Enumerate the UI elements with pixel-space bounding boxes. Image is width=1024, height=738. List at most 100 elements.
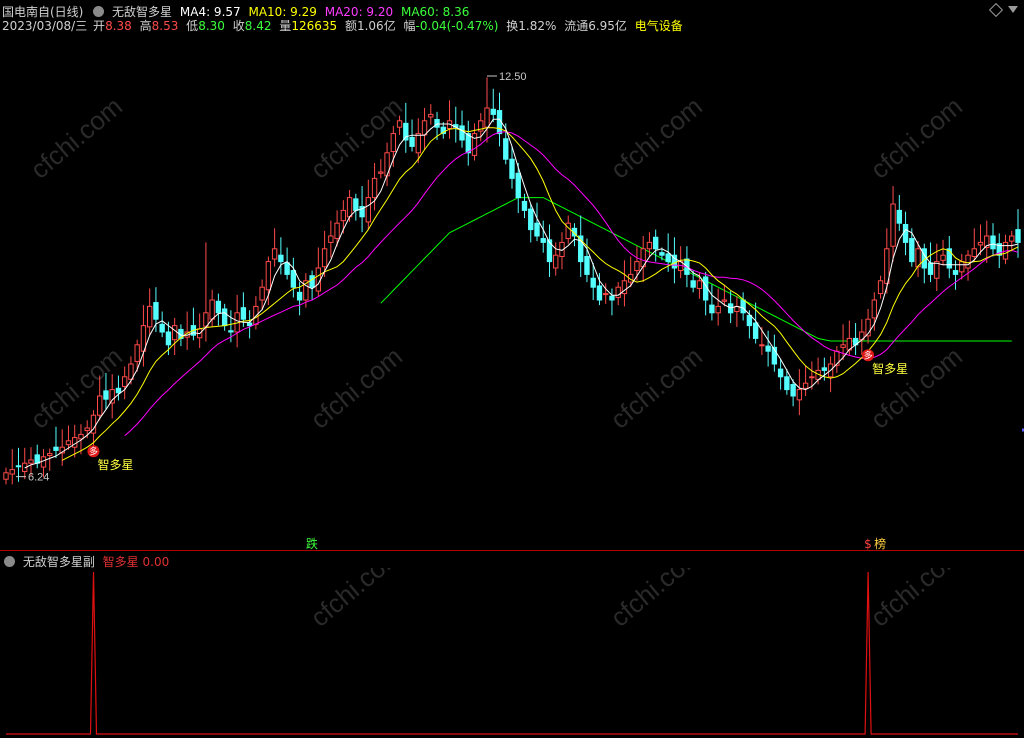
candle (47, 448, 53, 471)
candle (777, 358, 784, 390)
candle-body (790, 383, 796, 397)
candle (859, 319, 865, 356)
indicator-menu-icon[interactable] (93, 6, 105, 17)
candle (421, 108, 428, 151)
candle-body (871, 299, 878, 319)
candle-body (459, 125, 465, 141)
sub-indicator-chart[interactable]: cfchi.com cfchi.com cfchi.com (0, 568, 1024, 738)
candle-body (802, 382, 809, 389)
candle (896, 195, 902, 231)
candle (877, 275, 884, 299)
candle-body (421, 120, 428, 136)
candle (196, 313, 203, 348)
candle-body (246, 322, 253, 327)
candle (796, 369, 803, 416)
candle (290, 257, 297, 298)
candle (171, 317, 178, 356)
candle-body (746, 314, 753, 327)
candle-body (390, 133, 396, 153)
candle (984, 220, 990, 263)
candle-body (265, 261, 272, 291)
candle (546, 224, 553, 277)
candle-body (484, 107, 490, 128)
candle-body (3, 472, 9, 480)
candle (927, 242, 934, 283)
sub-series-label: 智多星 (102, 555, 139, 569)
watermark-text: cfchi.com (605, 341, 708, 435)
candle-body (509, 158, 515, 179)
candle-body (240, 307, 247, 320)
candle-body (103, 390, 109, 400)
candle-body (165, 331, 172, 346)
candle (446, 100, 453, 139)
candle-body (221, 308, 228, 327)
candle-body (909, 238, 915, 263)
candle-body (959, 261, 965, 273)
candle-body (153, 302, 159, 320)
candle-body (952, 270, 959, 275)
candle-body (709, 304, 715, 314)
candle-body (53, 446, 59, 451)
candle (315, 247, 322, 297)
candle (702, 271, 709, 316)
candle-body (309, 275, 315, 288)
candle-body (334, 222, 340, 240)
panel-divider[interactable] (0, 550, 1024, 551)
candle (890, 186, 896, 262)
candle (1009, 230, 1015, 252)
candle (852, 323, 859, 356)
candle (834, 346, 840, 373)
candle (109, 374, 115, 419)
candle-body (665, 253, 671, 263)
candle (827, 356, 834, 393)
candle-body (15, 465, 22, 468)
candle (353, 193, 359, 221)
candle-body (365, 197, 372, 223)
sub-series-value: 0.00 (142, 555, 170, 569)
candle (484, 77, 490, 143)
candle (371, 163, 378, 211)
signal-label: 智多星 (97, 457, 133, 472)
candle-body (209, 299, 215, 320)
sub-indicator-menu-icon[interactable] (4, 556, 15, 567)
candle (871, 292, 878, 331)
candle-body (271, 248, 278, 260)
candle (940, 239, 946, 266)
candle (490, 88, 496, 123)
candle-body (228, 330, 234, 333)
candle (840, 324, 846, 361)
maximize-icon[interactable] (988, 2, 1004, 18)
candle-body (171, 325, 178, 341)
candle (734, 296, 740, 327)
candle (884, 228, 890, 294)
signal-label: 智多星 (872, 361, 908, 376)
candle-body (553, 254, 559, 269)
candle-body (296, 291, 303, 301)
candle-body (115, 387, 122, 394)
candle (159, 311, 165, 338)
candle (471, 123, 478, 161)
candle-body (471, 133, 478, 156)
candlestick-chart[interactable]: cfchi.com cfchi.com cfchi.com cfchi.com cfch… (0, 30, 1024, 550)
candle-body (752, 322, 759, 339)
candle (802, 365, 809, 396)
candle-body (378, 171, 384, 174)
candle-body (434, 119, 440, 128)
watermark-text: cfchi.com (305, 341, 408, 435)
candle-body (652, 236, 659, 250)
candle-body (1015, 229, 1021, 243)
candle-body (977, 241, 984, 246)
candle (540, 220, 546, 253)
sub-signal-line (6, 571, 1018, 735)
high-price-label: 12.50 (499, 71, 527, 83)
candle (34, 444, 40, 469)
candle-body (415, 133, 421, 154)
dropdown-icon[interactable] (1008, 6, 1018, 13)
watermark-text: cfchi.com (25, 91, 128, 185)
candle (3, 467, 9, 485)
candle-body (590, 277, 596, 288)
candle-body (784, 376, 790, 391)
candle (865, 308, 871, 344)
candle (709, 284, 715, 321)
candle-body (646, 241, 653, 250)
